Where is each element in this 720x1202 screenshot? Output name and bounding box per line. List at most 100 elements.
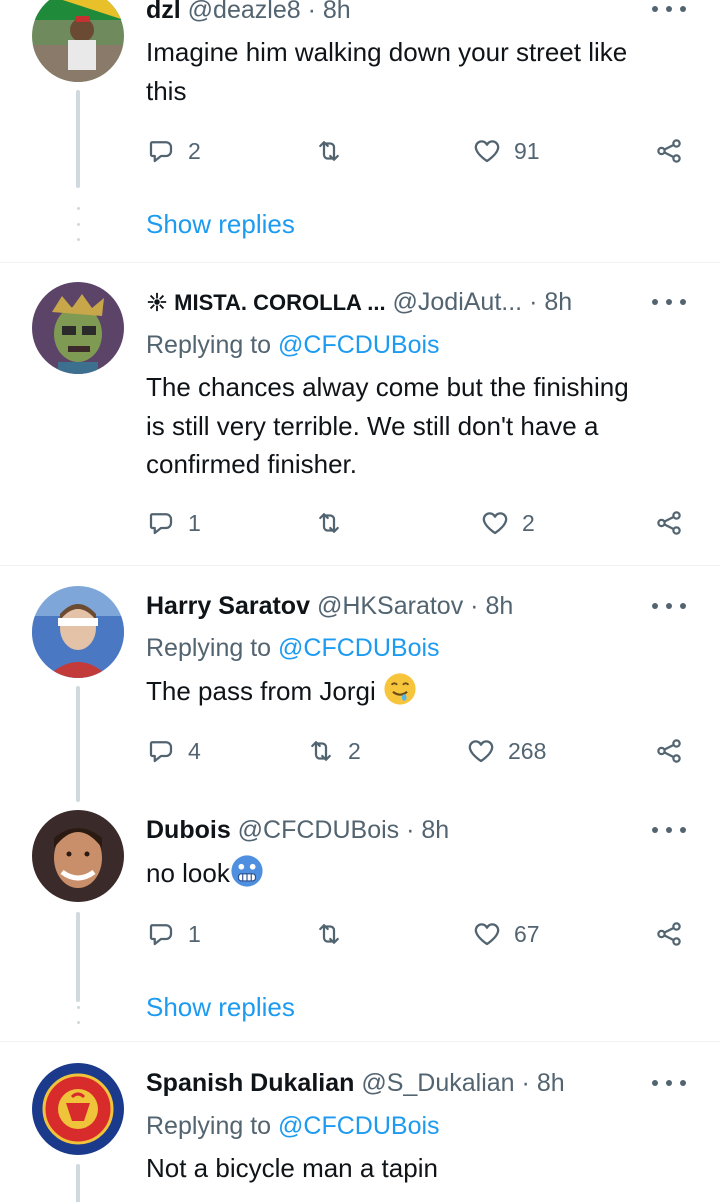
- display-name[interactable]: Spanish Dukalian: [146, 1069, 354, 1097]
- action-bar: 1 2: [146, 503, 696, 543]
- avatar[interactable]: [32, 810, 124, 902]
- share-icon: [657, 511, 681, 535]
- more-icon[interactable]: [652, 4, 686, 14]
- action-bar: 2 91: [146, 131, 696, 171]
- tweet-text: The pass from Jorgi: [146, 672, 680, 711]
- thread-line: [76, 1164, 80, 1202]
- share-button[interactable]: [654, 914, 684, 954]
- reply-button[interactable]: 1: [146, 914, 201, 954]
- avatar[interactable]: [32, 282, 124, 374]
- timestamp[interactable]: 8h: [537, 1069, 565, 1097]
- share-button[interactable]: [654, 131, 684, 171]
- timestamp[interactable]: 8h: [323, 0, 351, 24]
- user-handle[interactable]: @HKSaratov: [317, 592, 463, 620]
- tweet-header: dzl @deazle8 · 8h: [146, 0, 650, 26]
- tweet-header: Harry Saratov @HKSaratov · 8h: [146, 590, 650, 622]
- share-button[interactable]: [654, 731, 684, 771]
- like-icon: [468, 740, 494, 763]
- reply-button[interactable]: 1: [146, 503, 201, 543]
- more-icon[interactable]: [652, 601, 686, 611]
- retweet-button[interactable]: [314, 503, 356, 543]
- reply-count: 4: [188, 737, 201, 764]
- tweet-text-body: The pass from Jorgi: [146, 676, 376, 706]
- avatar[interactable]: [32, 586, 124, 678]
- reply-icon: [149, 513, 173, 535]
- tweet-dubois[interactable]: Dubois @CFCDUBois · 8h no look 1 67 Show…: [0, 790, 720, 1040]
- separator: ·: [529, 288, 538, 316]
- reply-count: 1: [188, 920, 201, 947]
- tweet-text-line: Imagine him walking down your street lik…: [146, 37, 628, 67]
- tweet-harry-saratov[interactable]: Harry Saratov @HKSaratov · 8h Replying t…: [0, 566, 720, 802]
- like-count: 268: [508, 737, 547, 764]
- avatar[interactable]: [32, 0, 124, 82]
- more-icon[interactable]: [652, 1078, 686, 1088]
- more-icon[interactable]: [652, 297, 686, 307]
- separator: ·: [307, 0, 316, 24]
- like-icon: [474, 923, 500, 946]
- avatar[interactable]: [32, 1063, 124, 1155]
- retweet-icon: [319, 513, 339, 533]
- like-count: 67: [514, 920, 540, 947]
- display-name[interactable]: Harry Saratov: [146, 592, 310, 620]
- display-name[interactable]: Dubois: [146, 816, 231, 844]
- replying-to: Replying to @CFCDUBois: [146, 328, 440, 362]
- show-replies-link[interactable]: Show replies: [146, 207, 295, 241]
- tweet-text: Not a bicycle man a tapin: [146, 1149, 680, 1188]
- drooling-face-icon: [384, 673, 416, 705]
- tweet-text-body: no look: [146, 858, 230, 888]
- tweet-mista-corolla[interactable]: MISTA. COROLLA ... @JodiAut... · 8h Repl…: [0, 263, 720, 565]
- timestamp[interactable]: 8h: [421, 816, 449, 844]
- like-button[interactable]: 91: [472, 131, 540, 171]
- thread-line: [76, 912, 80, 1002]
- reply-icon: [149, 741, 173, 763]
- replying-to: Replying to @CFCDUBois: [146, 631, 440, 665]
- retweet-button[interactable]: [314, 131, 356, 171]
- share-icon: [657, 139, 681, 163]
- tweet-spanish-dukalian[interactable]: Spanish Dukalian @S_Dukalian · 8h Replyi…: [0, 1042, 720, 1202]
- display-name-text: MISTA. COROLLA ...: [174, 290, 386, 315]
- thread-dots: [76, 207, 80, 241]
- like-button[interactable]: 67: [472, 914, 540, 954]
- share-button[interactable]: [654, 503, 684, 543]
- reply-count: 2: [188, 137, 201, 164]
- tweet-text: no look: [146, 854, 680, 893]
- user-handle[interactable]: @deazle8: [188, 0, 301, 24]
- tweet-dzl[interactable]: dzl @deazle8 · 8h Imagine him walking do…: [0, 0, 720, 262]
- reply-button[interactable]: 2: [146, 131, 201, 171]
- timestamp[interactable]: 8h: [485, 592, 513, 620]
- separator: ·: [470, 592, 479, 620]
- retweet-button[interactable]: 2: [306, 731, 361, 771]
- tweet-text-line: is still very terrible. We still don't h…: [146, 410, 599, 441]
- tweet-text-line: this: [146, 75, 187, 106]
- thread-dots: [76, 990, 80, 1024]
- retweet-count: 2: [348, 737, 361, 764]
- reply-button[interactable]: 4: [146, 731, 201, 771]
- mention-link[interactable]: @CFCDUBois: [278, 331, 440, 359]
- like-button[interactable]: 268: [466, 731, 546, 771]
- show-replies-link[interactable]: Show replies: [146, 990, 295, 1024]
- retweet-button[interactable]: [314, 914, 356, 954]
- share-icon: [657, 922, 681, 946]
- tweet-text-line: confirmed finisher.: [146, 449, 357, 479]
- user-handle[interactable]: @JodiAut...: [393, 288, 523, 316]
- display-name[interactable]: dzl: [146, 0, 181, 24]
- replying-prefix: Replying to: [146, 331, 272, 359]
- like-count: 2: [522, 509, 535, 536]
- reply-icon: [149, 141, 173, 163]
- retweet-icon: [319, 924, 339, 944]
- display-name[interactable]: MISTA. COROLLA ...: [146, 290, 386, 315]
- reply-count: 1: [188, 509, 201, 536]
- replying-prefix: Replying to: [146, 1112, 272, 1140]
- tweet-header: Dubois @CFCDUBois · 8h: [146, 814, 650, 846]
- mention-link[interactable]: @CFCDUBois: [278, 1112, 440, 1140]
- share-icon: [657, 739, 681, 763]
- like-button[interactable]: 2: [480, 503, 535, 543]
- user-handle[interactable]: @CFCDUBois: [238, 816, 400, 844]
- timestamp[interactable]: 8h: [544, 288, 572, 316]
- thread-line: [76, 90, 80, 188]
- action-bar: 1 67: [146, 914, 696, 954]
- action-bar: 4 2 268: [146, 731, 696, 771]
- more-icon[interactable]: [652, 825, 686, 835]
- mention-link[interactable]: @CFCDUBois: [278, 634, 440, 662]
- user-handle[interactable]: @S_Dukalian: [361, 1069, 514, 1097]
